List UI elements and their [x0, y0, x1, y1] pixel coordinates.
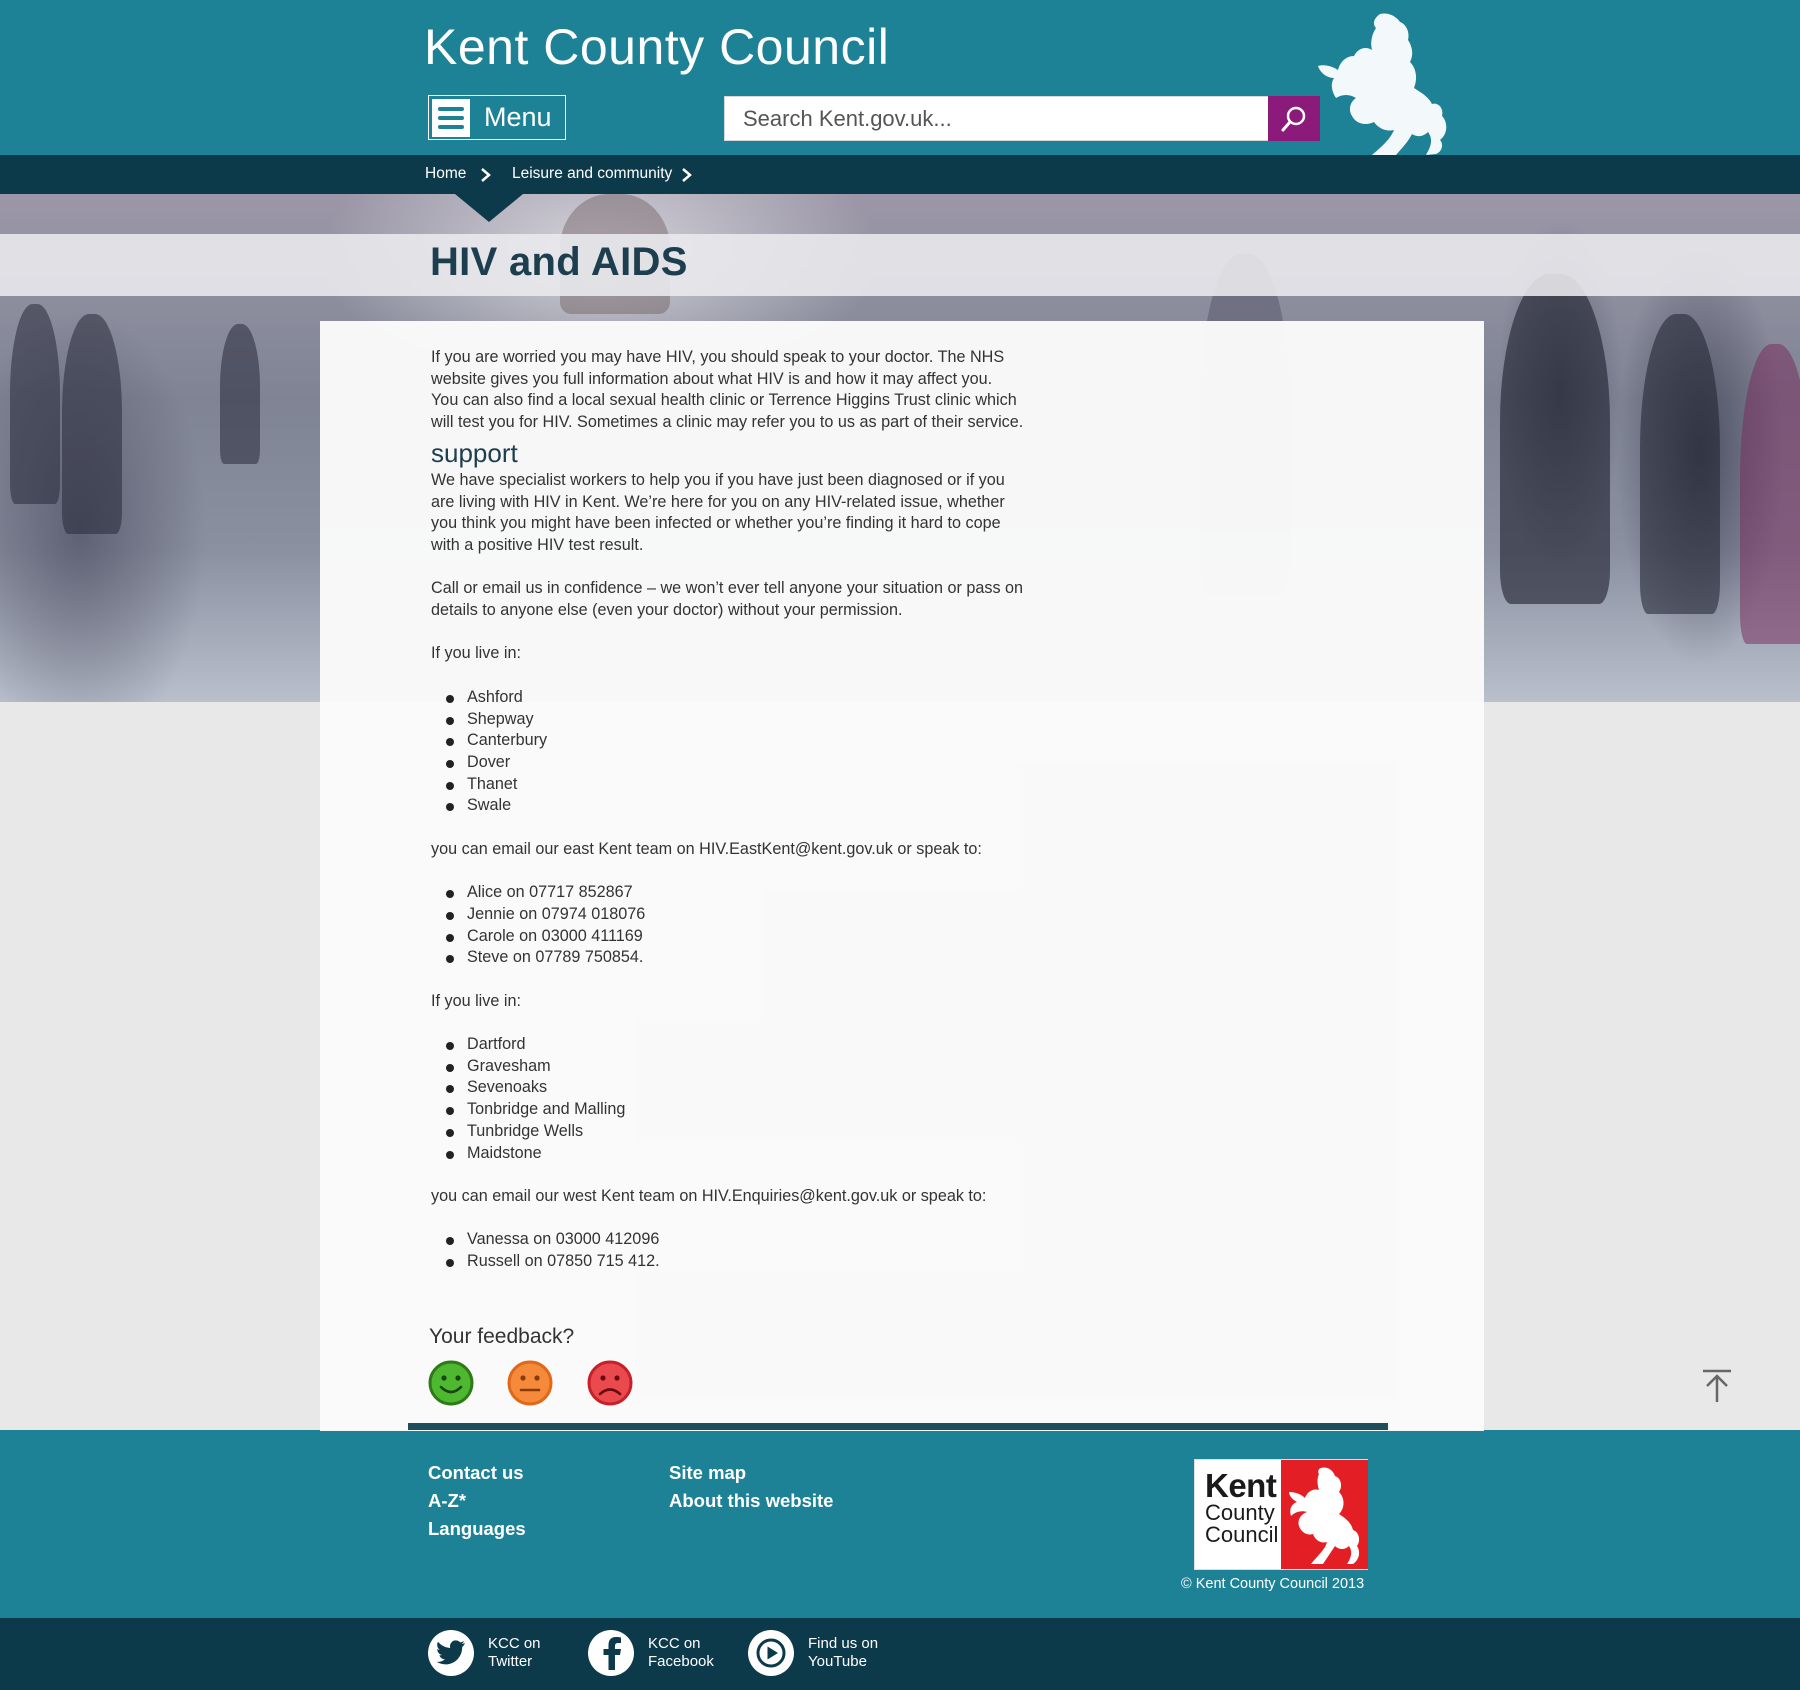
list-item: Dartford [431, 1034, 1051, 1056]
facebook-icon [588, 1630, 634, 1676]
neutral-face-icon[interactable] [507, 1360, 553, 1406]
menu-button[interactable]: Menu [428, 95, 566, 140]
support-heading: support [431, 437, 518, 468]
footer-link-about-this-website[interactable]: About this website [669, 1490, 833, 1512]
happy-face-icon[interactable] [428, 1360, 474, 1406]
confidence-line: details to anyone else (even your doctor… [431, 601, 903, 620]
list-item: Carole on 03000 411169 [431, 926, 1051, 948]
list-item: Alice on 07717 852867 [431, 882, 1051, 904]
sad-face-icon[interactable] [587, 1360, 633, 1406]
social-facebook-line1: KCC on [648, 1634, 701, 1652]
list-item: Shepway [431, 709, 1051, 731]
east-email-line[interactable]: you can email our east Kent team on HIV.… [431, 839, 1051, 861]
list-item: Russell on 07850 715 412. [431, 1251, 1051, 1273]
list-item: Vanessa on 03000 412096 [431, 1229, 1051, 1251]
search-icon [1281, 106, 1306, 131]
site-title[interactable]: Kent County Council [424, 18, 889, 76]
footer-link-languages[interactable]: Languages [428, 1518, 526, 1540]
support-line: We have specialist workers to help you i… [431, 470, 1005, 489]
social-youtube-line2: YouTube [808, 1653, 867, 1670]
list-item: Canterbury [431, 730, 1051, 752]
kent-horse-icon [1318, 13, 1447, 155]
confidence-line: Call or email us in confidence – we won’… [431, 579, 1024, 598]
list-item: Tonbridge and Malling [431, 1099, 1051, 1121]
intro-line: website gives you full information about… [431, 369, 993, 388]
live-in-label: If you live in: [431, 644, 521, 663]
list-item: Jennie on 07974 018076 [431, 904, 1051, 926]
footer-link-contact-us[interactable]: Contact us [428, 1462, 524, 1484]
search-input[interactable] [725, 97, 1268, 140]
breadcrumb-pointer [455, 194, 523, 222]
main-content: If you are worried you may have HIV, you… [431, 347, 1051, 1273]
west-areas-list: Dartford Gravesham Sevenoaks Tonbridge a… [431, 1034, 1051, 1164]
list-item: Swale [431, 795, 1051, 817]
social-youtube[interactable]: Find us on YouTube [748, 1630, 888, 1676]
list-item: Maidstone [431, 1143, 1051, 1165]
list-item: Dover [431, 752, 1051, 774]
site-footer [0, 1430, 1800, 1618]
social-facebook-line2: Facebook [648, 1653, 714, 1670]
footer-link-a-z[interactable]: A-Z* [428, 1490, 466, 1512]
west-email-line[interactable]: you can email our west Kent team on HIV.… [431, 1186, 1051, 1208]
east-contacts-list: Alice on 07717 852867 Jennie on 07974 01… [431, 882, 1051, 969]
kcc-logo[interactable]: Kent County Council [1194, 1459, 1368, 1570]
list-item: Tunbridge Wells [431, 1121, 1051, 1143]
footer-link-site-map[interactable]: Site map [669, 1462, 746, 1484]
support-line: you think you might have been infected o… [431, 514, 1001, 533]
social-bar [0, 1618, 1800, 1690]
list-item: Gravesham [431, 1056, 1051, 1078]
breadcrumb: Home Leisure and community [0, 155, 1800, 194]
logo-text-council: Council [1205, 1522, 1279, 1547]
list-item: Ashford [431, 687, 1051, 709]
list-item: Thanet [431, 774, 1051, 796]
intro-line: will test you for HIV. Sometimes a clini… [431, 413, 1024, 432]
logo-text-kent: Kent [1205, 1467, 1277, 1504]
intro-line: If you are worried you may have HIV, you… [431, 348, 1005, 366]
footer-divider [408, 1423, 1388, 1430]
east-areas-list: Ashford Shepway Canterbury Dover Thanet … [431, 687, 1051, 817]
intro-line: You can also find a local sexual health … [431, 391, 1017, 410]
logo-text-county: County [1205, 1500, 1275, 1525]
hamburger-icon [432, 98, 470, 137]
title-band [0, 234, 1800, 296]
support-line: with a positive HIV test result. [431, 535, 644, 554]
social-twitter[interactable]: KCC on Twitter [428, 1630, 568, 1676]
site-header: Kent County Council Menu [0, 0, 1800, 155]
twitter-icon [428, 1630, 474, 1676]
page-title: HIV and AIDS [430, 240, 688, 284]
social-twitter-line1: KCC on [488, 1634, 541, 1652]
support-line: are living with HIV in Kent. We’re here … [431, 492, 1005, 511]
list-item: Sevenoaks [431, 1077, 1051, 1099]
breadcrumb-home[interactable]: Home [425, 165, 466, 183]
live-in-label: If you live in: [431, 991, 521, 1010]
social-youtube-line1: Find us on [808, 1634, 879, 1652]
menu-button-label: Menu [484, 102, 552, 132]
search-box [724, 96, 1320, 141]
chevron-right-icon [682, 168, 692, 182]
breadcrumb-leisure-and-community[interactable]: Leisure and community [512, 165, 672, 183]
back-to-top-icon[interactable] [1700, 1368, 1734, 1404]
social-facebook[interactable]: KCC on Facebook [588, 1630, 728, 1676]
west-contacts-list: Vanessa on 03000 412096 Russell on 07850… [431, 1229, 1051, 1272]
chevron-right-icon [481, 168, 491, 182]
kent-horse-icon [1289, 1467, 1360, 1564]
youtube-icon [748, 1630, 794, 1676]
logo-red-panel [1281, 1460, 1368, 1569]
feedback-title: Your feedback? [429, 1325, 575, 1348]
list-item: Steve on 07789 750854. [431, 947, 1051, 969]
copyright: © Kent County Council 2013 [1181, 1576, 1365, 1592]
social-twitter-line2: Twitter [488, 1653, 533, 1670]
